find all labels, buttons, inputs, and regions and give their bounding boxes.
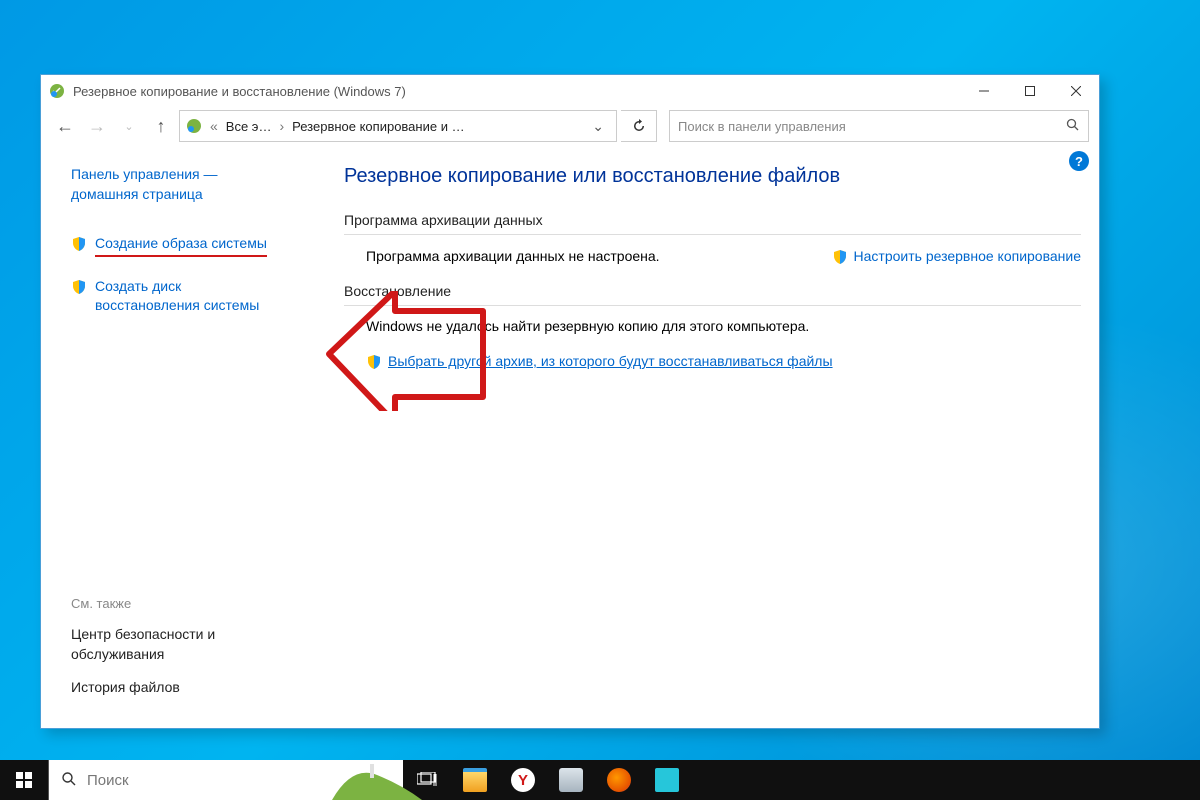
app-icon-1[interactable] [547, 768, 595, 792]
create-recovery-disk-item[interactable]: Создать диск восстановления системы [71, 277, 280, 320]
address-dropdown[interactable]: ⌄ [586, 118, 610, 135]
address-bar[interactable]: « Все э… › Резервное копирование и … ⌄ [179, 110, 617, 142]
backup-section-label: Программа архивации данных [344, 212, 1081, 235]
back-button[interactable]: ← [51, 111, 79, 141]
control-panel-window: Резервное копирование и восстановление (… [40, 74, 1100, 729]
breadcrumb-2[interactable]: Резервное копирование и … [292, 119, 464, 134]
breadcrumb-1[interactable]: Все э… [226, 119, 272, 134]
shield-icon [832, 249, 848, 265]
search-icon [61, 771, 77, 790]
yandex-browser-icon[interactable]: Y [499, 768, 547, 792]
control-panel-home-link[interactable]: Панель управления — домашняя страница [71, 165, 280, 204]
app-icon-2[interactable] [643, 768, 691, 792]
search-field[interactable] [669, 110, 1089, 142]
recent-dropdown[interactable]: ⌄ [115, 111, 143, 141]
file-history-link[interactable]: История файлов [71, 678, 280, 698]
page-heading: Резервное копирование или восстановление… [344, 165, 1081, 188]
taskbar[interactable]: Поиск Y [0, 760, 1200, 800]
start-button[interactable] [0, 760, 48, 800]
maximize-button[interactable] [1007, 75, 1053, 107]
breadcrumb-separator: › [277, 118, 286, 134]
file-explorer-icon[interactable] [451, 768, 499, 792]
setup-backup-label: Настроить резервное копирование [854, 248, 1081, 264]
minimize-button[interactable] [961, 75, 1007, 107]
search-icon[interactable] [1058, 118, 1080, 135]
security-center-link[interactable]: Центр безопасности и обслуживания [71, 625, 280, 664]
breadcrumb-prefix: « [208, 118, 220, 134]
backup-restore-icon [49, 83, 65, 99]
navigation-row: ← → ⌄ ↑ « Все э… › Резервное копирование… [41, 107, 1099, 145]
create-system-image-link[interactable]: Создание образа системы [95, 234, 267, 257]
forward-button[interactable]: → [83, 111, 111, 141]
create-system-image-item[interactable]: Создание образа системы [71, 234, 280, 261]
shield-icon [71, 279, 87, 295]
window-title: Резервное копирование и восстановление (… [73, 84, 961, 99]
backup-status-text: Программа архивации данных не настроена. [344, 248, 832, 264]
choose-other-backup-label: Выбрать другой архив, из которого будут … [388, 353, 833, 369]
choose-other-backup-link[interactable]: Выбрать другой архив, из которого будут … [344, 352, 1081, 370]
shield-icon [71, 236, 87, 252]
create-recovery-disk-link[interactable]: Создать диск восстановления системы [95, 277, 280, 316]
refresh-button[interactable] [621, 110, 657, 142]
close-button[interactable] [1053, 75, 1099, 107]
taskbar-search-placeholder: Поиск [87, 772, 129, 789]
main-content: Резервное копирование или восстановление… [296, 145, 1099, 728]
sidebar: Панель управления — домашняя страница Со… [41, 145, 296, 728]
taskbar-search[interactable]: Поиск [48, 760, 403, 800]
search-input[interactable] [678, 119, 1058, 134]
restore-section-label: Восстановление [344, 283, 1081, 306]
setup-backup-link[interactable]: Настроить резервное копирование [832, 247, 1081, 265]
restore-status-text: Windows не удалось найти резервную копию… [344, 318, 1081, 334]
titlebar[interactable]: Резервное копирование и восстановление (… [41, 75, 1099, 107]
task-view-button[interactable] [403, 772, 451, 788]
up-button[interactable]: ↑ [147, 111, 175, 141]
backup-restore-icon [186, 118, 202, 134]
shield-icon [366, 354, 382, 370]
see-also-label: См. также [71, 596, 280, 611]
firefox-icon[interactable] [595, 768, 643, 792]
